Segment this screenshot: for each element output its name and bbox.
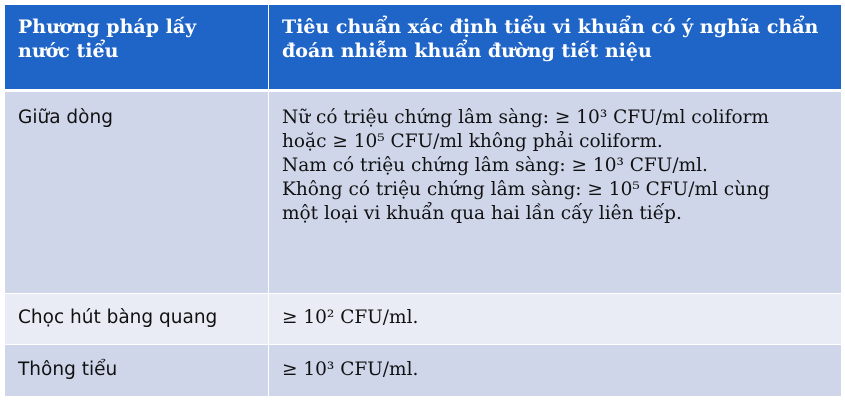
header-criteria-line-1: Tiêu chuẩn xác định tiểu vi khuẩn có ý n… bbox=[282, 16, 819, 38]
criteria-line: Nữ có triệu chứng lâm sàng: ≥ 10³ CFU/ml… bbox=[282, 107, 769, 128]
header-method-line-1: Phương pháp lấy bbox=[18, 16, 197, 38]
criteria-table-container: Phương pháp lấy nước tiểu Tiêu chuẩn xác… bbox=[3, 3, 842, 397]
criteria-line: Không có triệu chứng lâm sàng: ≥ 10⁵ CFU… bbox=[282, 179, 770, 200]
header-criteria: Tiêu chuẩn xác định tiểu vi khuẩn có ý n… bbox=[268, 4, 842, 92]
header-method: Phương pháp lấy nước tiểu bbox=[4, 4, 269, 92]
criteria-cell: Nữ có triệu chứng lâm sàng: ≥ 10³ CFU/ml… bbox=[268, 90, 842, 294]
method-cell: Chọc hút bàng quang bbox=[4, 293, 269, 345]
header-criteria-line-2: đoán nhiễm khuẩn đường tiết niệu bbox=[282, 40, 652, 62]
criteria-cell: ≥ 10² CFU/ml. bbox=[268, 293, 842, 345]
table-row: Thông tiểu ≥ 10³ CFU/ml. bbox=[4, 344, 842, 397]
table-row: Chọc hút bàng quang ≥ 10² CFU/ml. bbox=[4, 293, 842, 345]
criteria-line: ≥ 10³ CFU/ml. bbox=[282, 359, 419, 380]
method-cell: Giữa dòng bbox=[4, 90, 269, 294]
criteria-table: Phương pháp lấy nước tiểu Tiêu chuẩn xác… bbox=[4, 4, 842, 397]
header-method-line-2: nước tiểu bbox=[18, 40, 119, 62]
criteria-line: hoặc ≥ 10⁵ CFU/ml không phải coliform. bbox=[282, 131, 663, 152]
criteria-cell: ≥ 10³ CFU/ml. bbox=[268, 344, 842, 397]
method-cell: Thông tiểu bbox=[4, 344, 269, 397]
criteria-line: một loại vi khuẩn qua hai lần cấy liên t… bbox=[282, 203, 682, 224]
table-header-row: Phương pháp lấy nước tiểu Tiêu chuẩn xác… bbox=[4, 4, 842, 92]
criteria-line: ≥ 10² CFU/ml. bbox=[282, 307, 419, 328]
criteria-line: Nam có triệu chứng lâm sàng: ≥ 10³ CFU/m… bbox=[282, 155, 708, 176]
table-row: Giữa dòng Nữ có triệu chứng lâm sàng: ≥ … bbox=[4, 90, 842, 294]
